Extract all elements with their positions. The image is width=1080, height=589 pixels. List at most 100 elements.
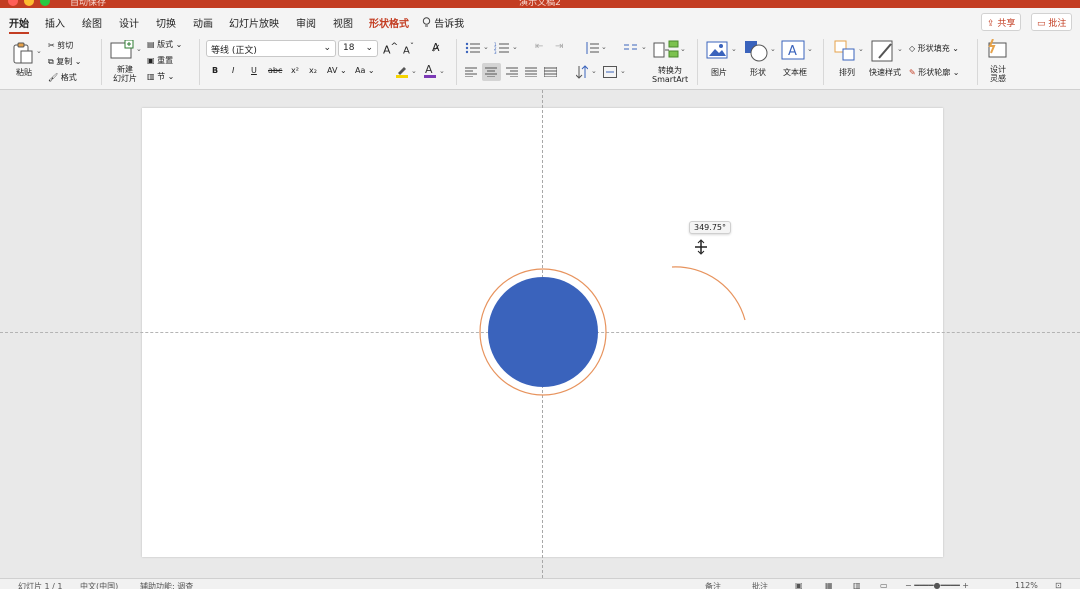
- decrease-indent-icon[interactable]: ⇤: [535, 41, 543, 52]
- zoom-slider[interactable]: − ━━━━●━━━━ +: [905, 581, 969, 589]
- text-direction-chevron-icon[interactable]: ⌄: [591, 67, 597, 75]
- change-case-button[interactable]: Aa ⌄: [355, 66, 375, 75]
- numbering-icon[interactable]: 123: [494, 42, 510, 54]
- tab-design[interactable]: 设计: [119, 15, 139, 30]
- zoom-window-button[interactable]: [40, 0, 50, 6]
- fit-slide-icon[interactable]: ⊡: [1055, 581, 1062, 589]
- shapes-icon[interactable]: [744, 40, 768, 62]
- quick-styles-chevron-icon[interactable]: ⌄: [897, 45, 903, 53]
- quick-styles-icon[interactable]: [871, 40, 895, 62]
- columns-chevron-icon[interactable]: ⌄: [641, 43, 647, 51]
- separator: [823, 39, 824, 85]
- bold-button[interactable]: B: [212, 66, 218, 75]
- shapes-chevron-icon[interactable]: ⌄: [770, 45, 776, 53]
- align-left-icon[interactable]: [465, 67, 477, 77]
- align-right-icon[interactable]: [506, 67, 518, 77]
- comments-button[interactable]: ▭ 批注: [1031, 13, 1073, 31]
- picture-icon[interactable]: [706, 41, 728, 59]
- numbering-chevron-icon[interactable]: ⌄: [512, 43, 518, 51]
- copy-button[interactable]: ⧉ 复制 ⌄: [48, 56, 82, 67]
- justify-icon[interactable]: [525, 67, 537, 77]
- paste-icon[interactable]: [12, 41, 34, 65]
- tab-insert[interactable]: 插入: [45, 15, 65, 30]
- font-size-select[interactable]: 18 ⌄: [338, 40, 378, 57]
- tab-draw[interactable]: 绘图: [82, 15, 102, 30]
- font-color-icon[interactable]: A: [423, 63, 437, 79]
- tell-me-search[interactable]: 告诉我: [422, 15, 464, 30]
- language-indicator[interactable]: 中文(中国): [80, 581, 118, 589]
- strikethrough-button[interactable]: abc: [268, 66, 282, 75]
- increase-font-size-icon[interactable]: A^: [383, 41, 398, 57]
- align-text-chevron-icon[interactable]: ⌄: [620, 67, 626, 75]
- designer-icon[interactable]: [986, 39, 1008, 61]
- text-direction-icon[interactable]: [576, 65, 588, 79]
- minimize-window-button[interactable]: [24, 0, 34, 6]
- reset-label: 重置: [157, 56, 174, 65]
- underline-button[interactable]: U: [251, 66, 257, 75]
- blue-circle-shape[interactable]: [488, 277, 598, 387]
- font-size-value: 18: [343, 43, 355, 53]
- zoom-level[interactable]: 112%: [1015, 581, 1038, 589]
- layout-button[interactable]: ▤ 版式 ⌄: [147, 39, 182, 50]
- smartart-chevron-icon[interactable]: ⌄: [680, 45, 686, 53]
- comments-status-button[interactable]: 批注: [752, 581, 768, 589]
- new-slide-icon[interactable]: [110, 40, 134, 60]
- scissors-icon: ✂: [48, 41, 58, 50]
- notes-button[interactable]: 备注: [705, 581, 721, 589]
- slideshow-icon[interactable]: ▭: [880, 581, 888, 589]
- line-spacing-icon[interactable]: [585, 42, 599, 54]
- arrange-chevron-icon[interactable]: ⌄: [858, 45, 864, 53]
- align-center-button[interactable]: [482, 63, 501, 81]
- highlighter-chevron-icon[interactable]: ⌄: [411, 67, 417, 75]
- reading-view-icon[interactable]: ▥: [853, 581, 861, 589]
- bullets-chevron-icon[interactable]: ⌄: [483, 43, 489, 51]
- bullets-icon[interactable]: [465, 42, 481, 54]
- smartart-icon[interactable]: [653, 40, 679, 60]
- shape-fill-button[interactable]: ◇ 形状填充 ⌄: [909, 43, 959, 54]
- tab-animations[interactable]: 动画: [193, 15, 213, 30]
- align-text-icon[interactable]: [603, 66, 617, 78]
- decrease-font-size-icon[interactable]: Aˇ: [403, 41, 414, 56]
- new-slide-chevron-icon[interactable]: ⌄: [136, 45, 142, 53]
- textbox-chevron-icon[interactable]: ⌄: [807, 45, 813, 53]
- increase-indent-icon[interactable]: ⇥: [555, 41, 563, 52]
- clear-formatting-icon[interactable]: A̷: [432, 41, 440, 54]
- arrange-icon[interactable]: [834, 40, 856, 62]
- shape-outline-button[interactable]: ✎ 形状轮廓 ⌄: [909, 67, 960, 78]
- subscript-button[interactable]: x₂: [309, 66, 317, 75]
- reset-button[interactable]: ▣ 重置: [147, 55, 173, 66]
- reset-icon: ▣: [147, 56, 158, 65]
- line-spacing-chevron-icon[interactable]: ⌄: [601, 43, 607, 51]
- accessibility-button[interactable]: 辅助功能: 调查: [140, 581, 193, 589]
- format-painter-button[interactable]: 🖌 格式: [48, 72, 77, 83]
- character-spacing-button[interactable]: AV ⌄: [327, 66, 347, 75]
- columns-icon[interactable]: [624, 43, 638, 53]
- superscript-button[interactable]: x²: [291, 66, 299, 75]
- slide-editing-area[interactable]: 349.75°: [0, 90, 1080, 578]
- close-window-button[interactable]: [8, 0, 18, 6]
- tab-shape-format[interactable]: 形状格式: [369, 15, 409, 30]
- share-button[interactable]: ⇪ 共享: [981, 13, 1022, 31]
- tab-view[interactable]: 视图: [333, 15, 353, 30]
- font-name-select[interactable]: 等线 (正文) ⌄: [206, 40, 336, 57]
- highlighter-icon[interactable]: [395, 64, 409, 78]
- separator: [456, 39, 457, 85]
- font-color-chevron-icon[interactable]: ⌄: [439, 67, 445, 75]
- normal-view-icon[interactable]: ▣: [795, 581, 803, 589]
- tell-me-label: 告诉我: [434, 19, 465, 30]
- distributed-icon[interactable]: [544, 67, 557, 77]
- paste-label: 粘贴: [16, 68, 32, 77]
- section-icon: ▥: [147, 72, 158, 81]
- section-button[interactable]: ▥ 节 ⌄: [147, 71, 174, 82]
- paste-dropdown-chevron-icon[interactable]: ⌄: [36, 47, 42, 55]
- picture-chevron-icon[interactable]: ⌄: [731, 45, 737, 53]
- tab-transitions[interactable]: 切换: [156, 15, 176, 30]
- slide-sorter-icon[interactable]: ▦: [825, 581, 833, 589]
- tab-review[interactable]: 审阅: [296, 15, 316, 30]
- cut-button[interactable]: ✂ 剪切: [48, 40, 73, 51]
- tab-slideshow[interactable]: 幻灯片放映: [229, 15, 279, 30]
- italic-button[interactable]: I: [232, 66, 234, 75]
- textbox-icon[interactable]: A: [781, 40, 805, 60]
- tab-home[interactable]: 开始: [9, 15, 29, 34]
- cut-label: 剪切: [57, 41, 74, 50]
